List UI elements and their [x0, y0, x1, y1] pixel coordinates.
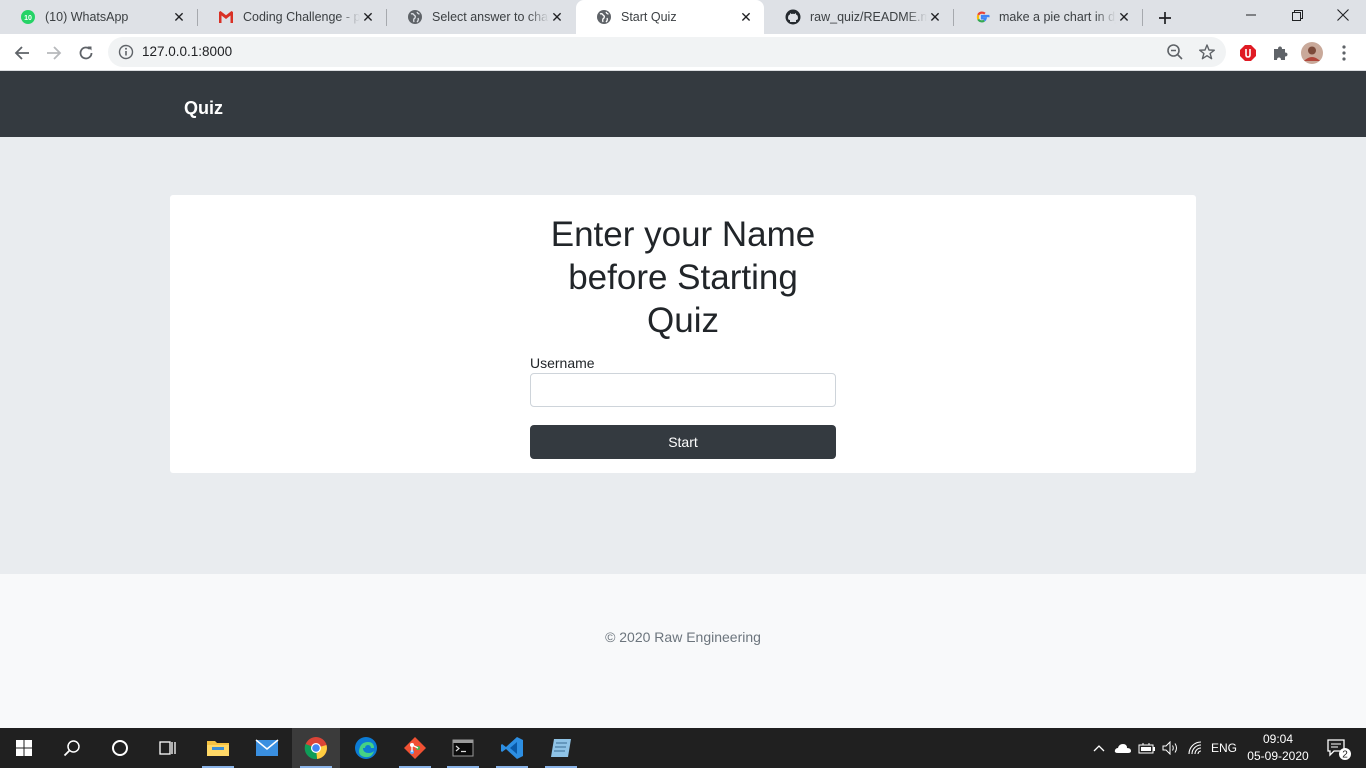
taskbar-mail[interactable]	[243, 728, 291, 768]
restore-icon	[1291, 9, 1303, 21]
tab-title: make a pie chart in djan	[999, 10, 1116, 24]
info-icon[interactable]	[118, 44, 134, 60]
url-text[interactable]: 127.0.0.1:8000	[142, 44, 232, 59]
notification-count: 2	[1342, 750, 1348, 761]
taskbar-file-explorer[interactable]	[194, 728, 242, 768]
tab-title: raw_quiz/README.md a	[810, 10, 927, 24]
tab-title: Start Quiz	[621, 10, 677, 24]
address-bar[interactable]: 127.0.0.1:8000	[108, 37, 1226, 67]
volume-icon[interactable]	[1160, 728, 1182, 768]
action-center-icon: 2	[1327, 739, 1351, 761]
tab-gmail[interactable]: Coding Challenge - pav ✕	[198, 0, 386, 34]
start-button[interactable]	[0, 728, 48, 768]
mail-icon	[255, 739, 279, 756]
bookmark-star-icon[interactable]	[1198, 43, 1216, 66]
close-window-button[interactable]	[1320, 0, 1366, 30]
tab-title: Select answer to change	[432, 10, 549, 24]
clock-date: 05-09-2020	[1247, 749, 1309, 763]
close-icon[interactable]: ✕	[738, 9, 754, 25]
arrow-right-icon	[47, 46, 62, 60]
start-button[interactable]: Start	[530, 425, 836, 459]
tab-title: (10) WhatsApp	[45, 10, 129, 24]
taskbar-notes-app[interactable]	[537, 728, 585, 768]
cortana-button[interactable]	[96, 728, 144, 768]
windows-logo-icon	[16, 740, 32, 756]
reload-button[interactable]	[72, 39, 100, 67]
taskbar-git[interactable]	[391, 728, 439, 768]
language-indicator[interactable]: ENG	[1208, 728, 1240, 768]
taskbar-terminal[interactable]	[439, 728, 487, 768]
cortana-circle-icon	[112, 740, 128, 756]
close-icon[interactable]: ✕	[360, 9, 376, 25]
taskbar-search-button[interactable]	[48, 728, 96, 768]
tab-github-readme[interactable]: raw_quiz/README.md a ✕	[765, 0, 953, 34]
edge-icon	[355, 737, 377, 759]
tab-google-search[interactable]: make a pie chart in djan ✕	[954, 0, 1142, 34]
notifications-button[interactable]: 2	[1318, 728, 1358, 768]
terminal-icon	[452, 739, 474, 757]
main-content: Enter your Name before Starting Quiz Use…	[0, 137, 1366, 574]
whatsapp-badge: 10	[24, 15, 32, 22]
vscode-icon	[501, 737, 523, 759]
close-icon	[1337, 9, 1349, 21]
taskbar-chrome[interactable]	[292, 728, 340, 768]
chevron-up-icon	[1093, 745, 1105, 752]
github-icon	[785, 9, 801, 25]
windows-taskbar: ENG 09:04 05-09-2020 2	[0, 728, 1366, 768]
forward-button[interactable]	[40, 39, 68, 67]
taskbar-vscode[interactable]	[488, 728, 536, 768]
profile-avatar[interactable]	[1298, 39, 1326, 67]
system-clock[interactable]: 09:04 05-09-2020	[1240, 731, 1316, 765]
reload-icon	[79, 46, 93, 60]
minimize-icon	[1246, 14, 1256, 16]
tab-separator	[1142, 9, 1143, 26]
close-icon[interactable]: ✕	[171, 9, 187, 25]
git-icon	[404, 737, 426, 759]
close-icon[interactable]: ✕	[1116, 9, 1132, 25]
adblock-extension-icon[interactable]	[1234, 39, 1262, 67]
search-icon	[63, 740, 80, 757]
onedrive-cloud-icon[interactable]	[1112, 728, 1134, 768]
copyright-text: © 2020 Raw Engineering	[605, 629, 761, 645]
zoom-icon[interactable]	[1166, 43, 1184, 66]
navbar-brand[interactable]: Quiz	[184, 98, 223, 119]
arrow-left-icon	[14, 46, 29, 60]
close-icon[interactable]: ✕	[927, 9, 943, 25]
chrome-icon	[304, 737, 327, 760]
tab-title: Coding Challenge - pav	[243, 10, 360, 24]
start-quiz-card: Enter your Name before Starting Quiz Use…	[170, 195, 1196, 473]
menu-kebab-icon[interactable]	[1330, 39, 1358, 67]
wifi-icon[interactable]	[1184, 728, 1208, 768]
site-footer: © 2020 Raw Engineering	[0, 574, 1366, 728]
tab-strip: 10 (10) WhatsApp ✕ Coding Challenge - pa…	[0, 0, 1366, 34]
page-title: Enter your Name before Starting Quiz	[550, 215, 816, 340]
whatsapp-icon: 10	[20, 9, 36, 25]
browser-toolbar: 127.0.0.1:8000	[0, 34, 1366, 71]
globe-icon	[596, 9, 612, 25]
folder-icon	[207, 741, 229, 756]
notepad-icon	[551, 739, 571, 757]
username-input[interactable]	[530, 373, 836, 407]
tab-whatsapp[interactable]: 10 (10) WhatsApp ✕	[0, 0, 197, 34]
tab-select-answer[interactable]: Select answer to change ✕	[387, 0, 575, 34]
tab-start-quiz[interactable]: Start Quiz ✕	[576, 0, 764, 34]
back-button[interactable]	[8, 39, 36, 67]
restore-button[interactable]	[1274, 0, 1320, 30]
close-icon[interactable]: ✕	[549, 9, 565, 25]
google-icon	[974, 9, 990, 25]
plus-icon	[1159, 12, 1171, 24]
new-tab-button[interactable]	[1154, 7, 1176, 29]
minimize-button[interactable]	[1228, 0, 1274, 30]
task-view-icon	[159, 741, 176, 755]
globe-icon	[407, 9, 423, 25]
task-view-button[interactable]	[144, 728, 192, 768]
site-navbar: Quiz	[0, 71, 1366, 137]
taskbar-edge[interactable]	[342, 728, 390, 768]
username-label: Username	[530, 355, 595, 371]
show-hidden-icons-chevron[interactable]	[1088, 728, 1110, 768]
clock-time: 09:04	[1262, 732, 1294, 746]
gmail-icon	[218, 9, 234, 25]
extensions-puzzle-icon[interactable]	[1266, 39, 1294, 67]
battery-icon[interactable]	[1136, 728, 1158, 768]
